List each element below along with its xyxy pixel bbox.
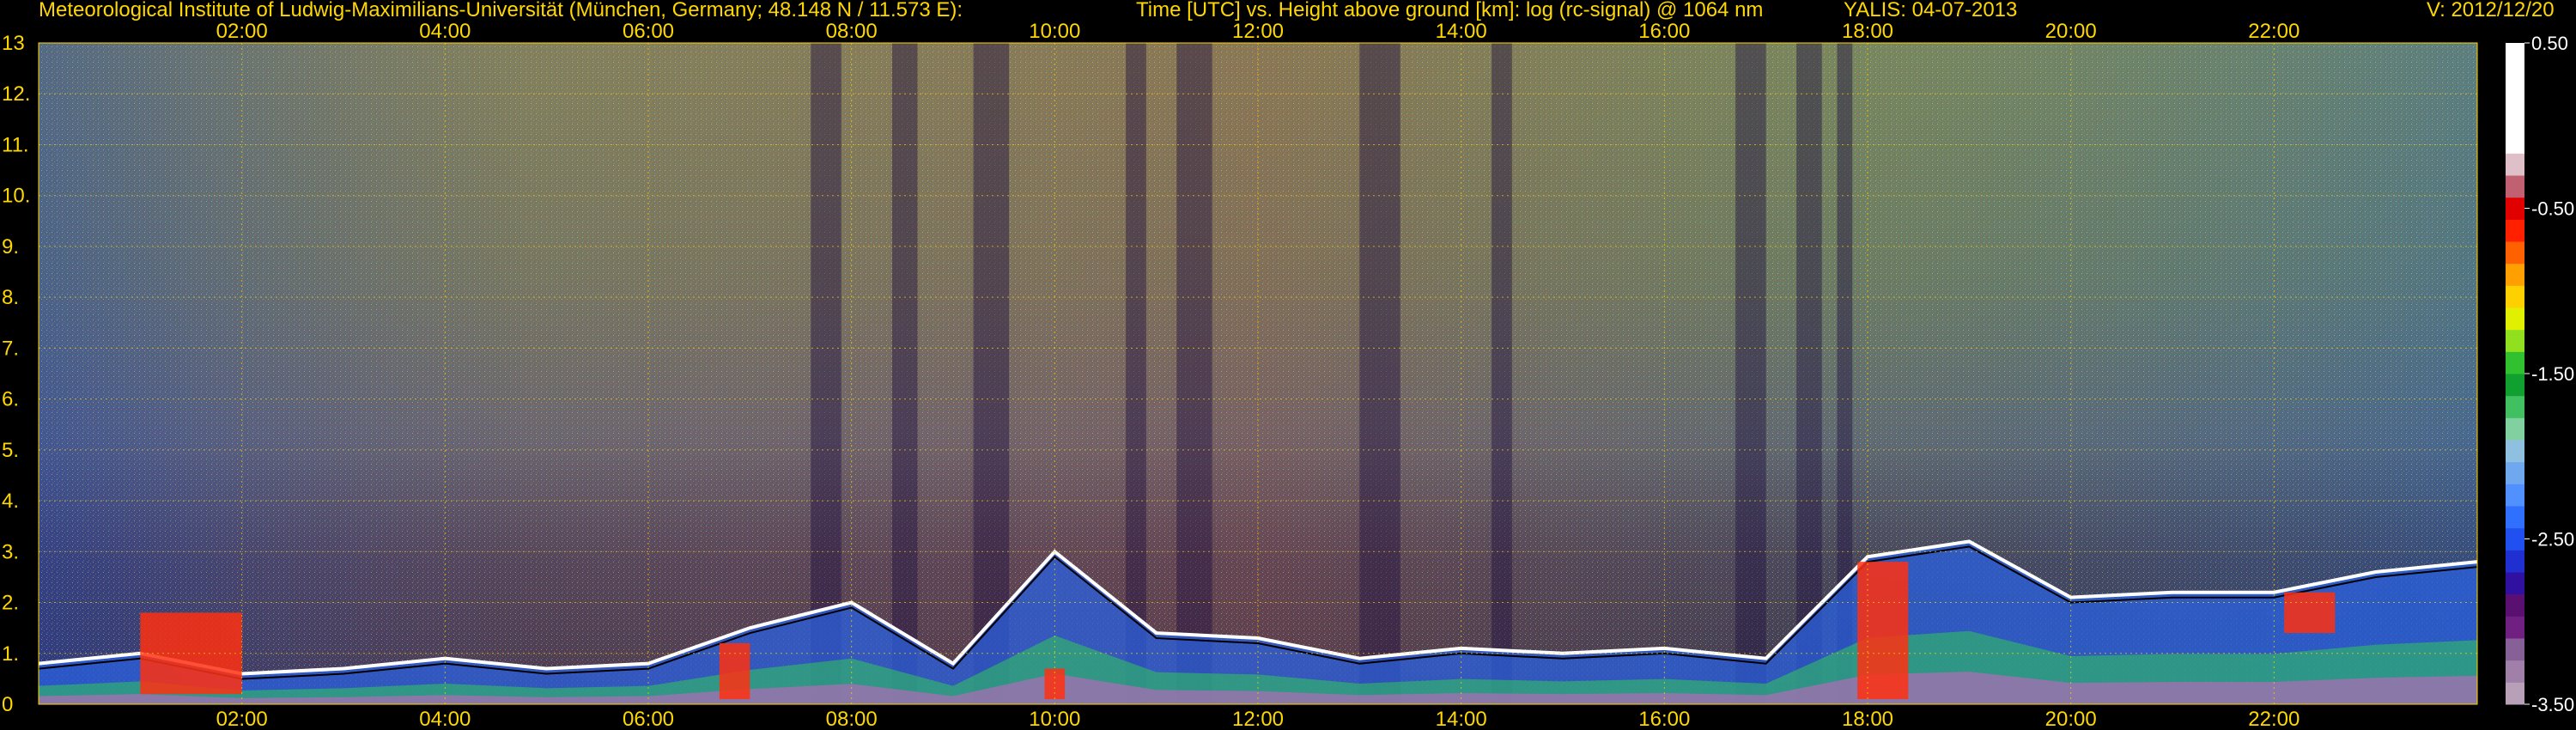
y-tick-5: 5. — [2, 439, 19, 462]
colorbar-segment-29 — [2506, 64, 2524, 88]
x-tick-top-12: 12:00 — [1232, 20, 1284, 43]
x-tick-top-22: 22:00 — [2248, 20, 2300, 43]
colorbar-segment-23 — [2506, 197, 2524, 220]
y-tick-12: 12. — [2, 82, 30, 106]
cloud-streak-3 — [973, 43, 1010, 704]
y-tick-10: 10. — [2, 185, 30, 208]
x-tick-bottom-8: 08:00 — [826, 708, 878, 730]
colorbar-segment-24 — [2506, 175, 2524, 198]
cloud-patch-5 — [2284, 592, 2336, 634]
colorbar-segment-1 — [2506, 682, 2524, 705]
x-tick-bottom-18: 18:00 — [1842, 708, 1893, 730]
y-tick-11: 11. — [2, 133, 29, 156]
colorbar-segment-22 — [2506, 219, 2524, 242]
x-tick-bottom-12: 12:00 — [1232, 708, 1284, 730]
y-tick-9: 9. — [2, 235, 19, 259]
colorbar-segment-5 — [2506, 593, 2524, 617]
colorbar-segment-16 — [2506, 351, 2524, 374]
x-tick-bottom-20: 20:00 — [2045, 708, 2097, 730]
cloud-patch-4 — [1857, 562, 1909, 700]
colorbar-segment-27 — [2506, 109, 2524, 132]
colorbar-segment-28 — [2506, 87, 2524, 110]
x-tick-top-20: 20:00 — [2045, 20, 2097, 43]
x-tick-top-2: 02:00 — [216, 20, 268, 43]
y-tick-2: 2. — [2, 592, 19, 615]
y-tick-8: 8. — [2, 286, 19, 309]
cloud-streak-4 — [1126, 43, 1146, 704]
colorbar-tick-5: -3.50 — [2531, 694, 2574, 715]
colorbar-segment-4 — [2506, 616, 2524, 639]
y-tick-1: 1. — [2, 642, 19, 666]
colorbar-segment-12 — [2506, 440, 2524, 463]
colorbar-segment-13 — [2506, 417, 2524, 441]
colorbar-segment-18 — [2506, 307, 2524, 331]
colorbar-segment-21 — [2506, 241, 2524, 265]
lidar-chart: 0 1. 2. 3. 4. 5. 6. 7. 8. 9. 10. 11. 12. 13 02:00 02:00… — [2, 20, 2574, 730]
colorbar-tick-2: -0.50 — [2531, 198, 2574, 220]
x-tick-top-16: 16:00 — [1638, 20, 1690, 43]
colorbar-segment-6 — [2506, 572, 2524, 595]
x-tick-bottom-16: 16:00 — [1638, 708, 1690, 730]
colorbar-segment-3 — [2506, 638, 2524, 661]
y-tick-4: 4. — [2, 490, 19, 513]
colorbar-segment-25 — [2506, 153, 2524, 176]
y-tick-3: 3. — [2, 540, 19, 563]
x-tick-bottom-14: 14:00 — [1436, 708, 1487, 730]
colorbar-segment-14 — [2506, 395, 2524, 418]
x-tick-bottom-22: 22:00 — [2248, 708, 2300, 730]
colorbar-segment-20 — [2506, 263, 2524, 286]
colorbar-segment-2 — [2506, 660, 2524, 683]
cloud-patch-1 — [140, 612, 242, 695]
colorbar-segment-26 — [2506, 131, 2524, 154]
y-tick-13: 13 — [2, 32, 25, 55]
cloud-streak-6 — [1359, 43, 1400, 704]
colorbar-segment-17 — [2506, 329, 2524, 352]
x-tick-top-8: 08:00 — [826, 20, 878, 43]
cloud-streak-2 — [892, 43, 918, 704]
colorbar-tick-3: -1.50 — [2531, 363, 2574, 385]
x-tick-top-6: 06:00 — [623, 20, 674, 43]
colorbar-segment-15 — [2506, 374, 2524, 397]
cloud-streak-5 — [1176, 43, 1212, 704]
x-tick-top-4: 04:00 — [419, 20, 471, 43]
cloud-patch-2 — [719, 642, 750, 700]
x-tick-bottom-4: 04:00 — [419, 708, 471, 730]
x-tick-bottom-2: 02:00 — [216, 708, 268, 730]
y-tick-0: 0 — [2, 693, 13, 716]
y-tick-6: 6. — [2, 388, 19, 411]
colorbar-segment-10 — [2506, 484, 2524, 507]
colorbar-segment-11 — [2506, 461, 2524, 484]
colorbar-segment-30 — [2506, 43, 2524, 66]
x-tick-top-14: 14:00 — [1436, 20, 1487, 43]
x-tick-bottom-10: 10:00 — [1029, 708, 1080, 730]
colorbar-segment-9 — [2506, 506, 2524, 529]
cloud-streak-8 — [1735, 43, 1766, 704]
colorbar-segment-19 — [2506, 285, 2524, 308]
colorbar-tick-1: 0.50 — [2531, 33, 2568, 54]
x-tick-top-10: 10:00 — [1029, 20, 1080, 43]
colorbar-segment-7 — [2506, 550, 2524, 573]
colorbar-segment-8 — [2506, 527, 2524, 551]
colorbar-tick-4: -2.50 — [2531, 529, 2574, 551]
x-tick-top-18: 18:00 — [1842, 20, 1893, 43]
y-tick-7: 7. — [2, 337, 19, 360]
x-tick-bottom-6: 06:00 — [623, 708, 674, 730]
cloud-streak-7 — [1492, 43, 1512, 704]
